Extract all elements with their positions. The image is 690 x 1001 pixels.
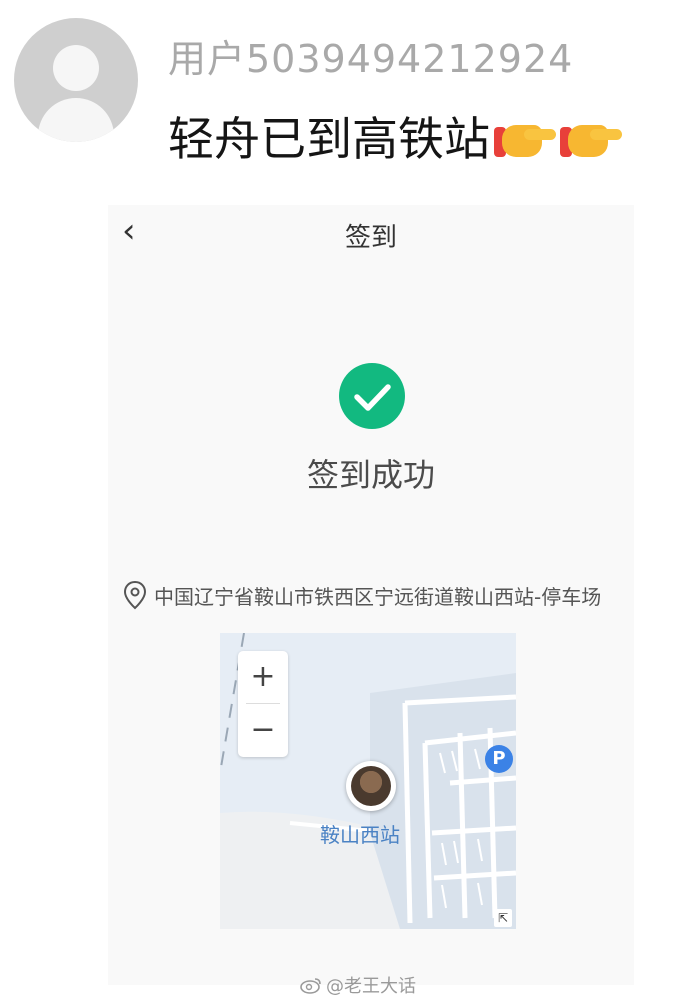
post-header: 用户5039494212924 轻舟已到高铁站 bbox=[0, 0, 690, 180]
username[interactable]: 用户5039494212924 bbox=[168, 28, 573, 83]
user-photo bbox=[351, 766, 391, 806]
watermark: @老王大话 bbox=[300, 972, 416, 998]
weibo-icon bbox=[300, 978, 321, 994]
location-pin-icon bbox=[123, 580, 147, 610]
zoom-out-button[interactable]: − bbox=[238, 704, 288, 756]
pointing-hand-emoji bbox=[494, 113, 556, 159]
message-text: 轻舟已到高铁站 bbox=[168, 112, 490, 166]
station-label: 鞍山西站 bbox=[320, 823, 400, 847]
map[interactable]: + − P 鞍山西站 ⇱ bbox=[220, 633, 516, 929]
page-title: 签到 bbox=[344, 223, 397, 253]
pointing-hand-emoji bbox=[560, 113, 622, 159]
checkin-screen: ‹ 签到 签到成功 中国辽宁省鞍山市铁西区宁远街道鞍山西站-停车场 + − P … bbox=[108, 205, 634, 985]
location-row: 中国辽宁省鞍山市铁西区宁远街道鞍山西站-停车场 bbox=[122, 580, 601, 610]
success-check-icon bbox=[339, 363, 405, 429]
expand-icon[interactable]: ⇱ bbox=[494, 909, 512, 927]
watermark-text: @老王大话 bbox=[326, 976, 416, 997]
avatar[interactable] bbox=[14, 18, 138, 142]
parking-icon[interactable]: P bbox=[485, 745, 513, 773]
zoom-in-button[interactable]: + bbox=[238, 651, 288, 703]
avatar-head bbox=[53, 45, 99, 91]
zoom-control: + − bbox=[238, 651, 288, 757]
location-address: 中国辽宁省鞍山市铁西区宁远街道鞍山西站-停车场 bbox=[154, 584, 602, 609]
success-text: 签到成功 bbox=[306, 456, 435, 494]
user-location-marker[interactable] bbox=[346, 761, 396, 811]
avatar-body bbox=[38, 98, 114, 142]
post-message: 轻舟已到高铁站 bbox=[168, 103, 622, 169]
